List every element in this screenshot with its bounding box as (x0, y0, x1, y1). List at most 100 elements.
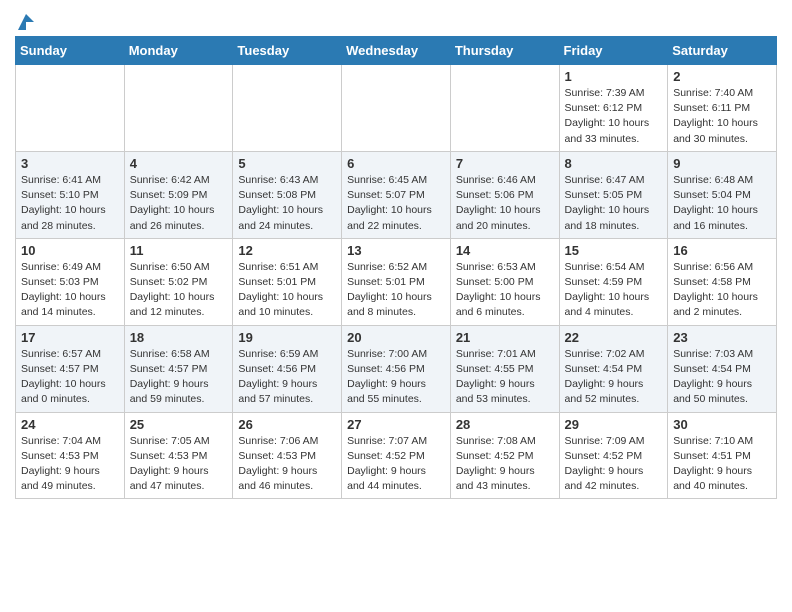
day-info: Sunrise: 7:05 AM Sunset: 4:53 PM Dayligh… (130, 434, 228, 495)
weekday-header-saturday: Saturday (668, 37, 777, 65)
calendar-cell: 16 Sunrise: 6:56 AM Sunset: 4:58 PM Dayli… (668, 238, 777, 325)
day-number: 20 (347, 330, 445, 345)
logo-icon (16, 12, 36, 32)
calendar-cell: 9 Sunrise: 6:48 AM Sunset: 5:04 PM Daylig… (668, 151, 777, 238)
day-info: Sunrise: 6:46 AM Sunset: 5:06 PM Dayligh… (456, 173, 554, 234)
calendar-cell: 7 Sunrise: 6:46 AM Sunset: 5:06 PM Daylig… (450, 151, 559, 238)
calendar: SundayMondayTuesdayWednesdayThursdayFrid… (15, 36, 777, 499)
day-info: Sunrise: 6:41 AM Sunset: 5:10 PM Dayligh… (21, 173, 119, 234)
header (15, 10, 777, 28)
day-number: 22 (565, 330, 663, 345)
day-info: Sunrise: 6:45 AM Sunset: 5:07 PM Dayligh… (347, 173, 445, 234)
day-info: Sunrise: 7:01 AM Sunset: 4:55 PM Dayligh… (456, 347, 554, 408)
day-number: 16 (673, 243, 771, 258)
calendar-cell (233, 65, 342, 152)
day-number: 6 (347, 156, 445, 171)
day-number: 25 (130, 417, 228, 432)
calendar-week-3: 10Sunrise: 6:49 AM Sunset: 5:03 PM Dayli… (16, 238, 777, 325)
weekday-header-friday: Friday (559, 37, 668, 65)
day-info: Sunrise: 7:04 AM Sunset: 4:53 PM Dayligh… (21, 434, 119, 495)
day-number: 26 (238, 417, 336, 432)
day-number: 15 (565, 243, 663, 258)
calendar-cell: 14 Sunrise: 6:53 AM Sunset: 5:00 PM Dayli… (450, 238, 559, 325)
calendar-cell (450, 65, 559, 152)
day-number: 21 (456, 330, 554, 345)
calendar-cell: 27 Sunrise: 7:07 AM Sunset: 4:52 PM Dayli… (342, 412, 451, 499)
calendar-cell: 5 Sunrise: 6:43 AM Sunset: 5:08 PM Daylig… (233, 151, 342, 238)
calendar-cell (124, 65, 233, 152)
calendar-cell: 11 Sunrise: 6:50 AM Sunset: 5:02 PM Dayli… (124, 238, 233, 325)
day-number: 7 (456, 156, 554, 171)
day-number: 23 (673, 330, 771, 345)
calendar-cell (16, 65, 125, 152)
day-number: 24 (21, 417, 119, 432)
calendar-week-4: 17Sunrise: 6:57 AM Sunset: 4:57 PM Dayli… (16, 325, 777, 412)
day-number: 13 (347, 243, 445, 258)
page: SundayMondayTuesdayWednesdayThursdayFrid… (0, 0, 792, 514)
day-number: 14 (456, 243, 554, 258)
day-info: Sunrise: 6:49 AM Sunset: 5:03 PM Dayligh… (21, 260, 119, 321)
calendar-cell: 10Sunrise: 6:49 AM Sunset: 5:03 PM Dayli… (16, 238, 125, 325)
day-number: 2 (673, 69, 771, 84)
calendar-cell: 2 Sunrise: 7:40 AM Sunset: 6:11 PM Daylig… (668, 65, 777, 152)
calendar-cell: 19 Sunrise: 6:59 AM Sunset: 4:56 PM Dayli… (233, 325, 342, 412)
day-info: Sunrise: 6:57 AM Sunset: 4:57 PM Dayligh… (21, 347, 119, 408)
calendar-cell: 3 Sunrise: 6:41 AM Sunset: 5:10 PM Daylig… (16, 151, 125, 238)
day-info: Sunrise: 6:54 AM Sunset: 4:59 PM Dayligh… (565, 260, 663, 321)
calendar-cell: 20 Sunrise: 7:00 AM Sunset: 4:56 PM Dayli… (342, 325, 451, 412)
weekday-header-sunday: Sunday (16, 37, 125, 65)
day-info: Sunrise: 7:40 AM Sunset: 6:11 PM Dayligh… (673, 86, 771, 147)
calendar-cell: 8 Sunrise: 6:47 AM Sunset: 5:05 PM Daylig… (559, 151, 668, 238)
day-number: 9 (673, 156, 771, 171)
calendar-week-5: 24 Sunrise: 7:04 AM Sunset: 4:53 PM Dayli… (16, 412, 777, 499)
day-info: Sunrise: 6:43 AM Sunset: 5:08 PM Dayligh… (238, 173, 336, 234)
calendar-cell: 29Sunrise: 7:09 AM Sunset: 4:52 PM Dayli… (559, 412, 668, 499)
day-number: 30 (673, 417, 771, 432)
day-number: 11 (130, 243, 228, 258)
day-number: 12 (238, 243, 336, 258)
calendar-cell: 24 Sunrise: 7:04 AM Sunset: 4:53 PM Dayli… (16, 412, 125, 499)
day-info: Sunrise: 6:58 AM Sunset: 4:57 PM Dayligh… (130, 347, 228, 408)
weekday-header-thursday: Thursday (450, 37, 559, 65)
day-info: Sunrise: 7:07 AM Sunset: 4:52 PM Dayligh… (347, 434, 445, 495)
day-info: Sunrise: 6:56 AM Sunset: 4:58 PM Dayligh… (673, 260, 771, 321)
day-info: Sunrise: 6:53 AM Sunset: 5:00 PM Dayligh… (456, 260, 554, 321)
day-info: Sunrise: 6:51 AM Sunset: 5:01 PM Dayligh… (238, 260, 336, 321)
day-number: 5 (238, 156, 336, 171)
calendar-cell: 13 Sunrise: 6:52 AM Sunset: 5:01 PM Dayli… (342, 238, 451, 325)
day-info: Sunrise: 6:50 AM Sunset: 5:02 PM Dayligh… (130, 260, 228, 321)
day-info: Sunrise: 7:03 AM Sunset: 4:54 PM Dayligh… (673, 347, 771, 408)
day-info: Sunrise: 6:52 AM Sunset: 5:01 PM Dayligh… (347, 260, 445, 321)
day-info: Sunrise: 7:10 AM Sunset: 4:51 PM Dayligh… (673, 434, 771, 495)
calendar-cell: 25 Sunrise: 7:05 AM Sunset: 4:53 PM Dayli… (124, 412, 233, 499)
day-info: Sunrise: 7:08 AM Sunset: 4:52 PM Dayligh… (456, 434, 554, 495)
calendar-cell: 28Sunrise: 7:08 AM Sunset: 4:52 PM Dayli… (450, 412, 559, 499)
day-info: Sunrise: 6:48 AM Sunset: 5:04 PM Dayligh… (673, 173, 771, 234)
calendar-cell: 22 Sunrise: 7:02 AM Sunset: 4:54 PM Dayli… (559, 325, 668, 412)
day-number: 27 (347, 417, 445, 432)
day-info: Sunrise: 6:47 AM Sunset: 5:05 PM Dayligh… (565, 173, 663, 234)
day-info: Sunrise: 7:00 AM Sunset: 4:56 PM Dayligh… (347, 347, 445, 408)
calendar-cell: 23 Sunrise: 7:03 AM Sunset: 4:54 PM Dayli… (668, 325, 777, 412)
day-number: 1 (565, 69, 663, 84)
calendar-cell: 12 Sunrise: 6:51 AM Sunset: 5:01 PM Dayli… (233, 238, 342, 325)
calendar-cell (342, 65, 451, 152)
day-info: Sunrise: 7:02 AM Sunset: 4:54 PM Dayligh… (565, 347, 663, 408)
calendar-cell: 30 Sunrise: 7:10 AM Sunset: 4:51 PM Dayli… (668, 412, 777, 499)
calendar-cell: 4Sunrise: 6:42 AM Sunset: 5:09 PM Daylig… (124, 151, 233, 238)
calendar-cell: 17Sunrise: 6:57 AM Sunset: 4:57 PM Dayli… (16, 325, 125, 412)
day-info: Sunrise: 7:09 AM Sunset: 4:52 PM Dayligh… (565, 434, 663, 495)
calendar-cell: 6 Sunrise: 6:45 AM Sunset: 5:07 PM Daylig… (342, 151, 451, 238)
day-info: Sunrise: 7:39 AM Sunset: 6:12 PM Dayligh… (565, 86, 663, 147)
day-number: 18 (130, 330, 228, 345)
day-number: 3 (21, 156, 119, 171)
day-number: 19 (238, 330, 336, 345)
calendar-cell: 15 Sunrise: 6:54 AM Sunset: 4:59 PM Dayli… (559, 238, 668, 325)
calendar-header-row: SundayMondayTuesdayWednesdayThursdayFrid… (16, 37, 777, 65)
calendar-cell: 26Sunrise: 7:06 AM Sunset: 4:53 PM Dayli… (233, 412, 342, 499)
day-number: 8 (565, 156, 663, 171)
weekday-header-tuesday: Tuesday (233, 37, 342, 65)
day-info: Sunrise: 6:59 AM Sunset: 4:56 PM Dayligh… (238, 347, 336, 408)
weekday-header-wednesday: Wednesday (342, 37, 451, 65)
weekday-header-monday: Monday (124, 37, 233, 65)
